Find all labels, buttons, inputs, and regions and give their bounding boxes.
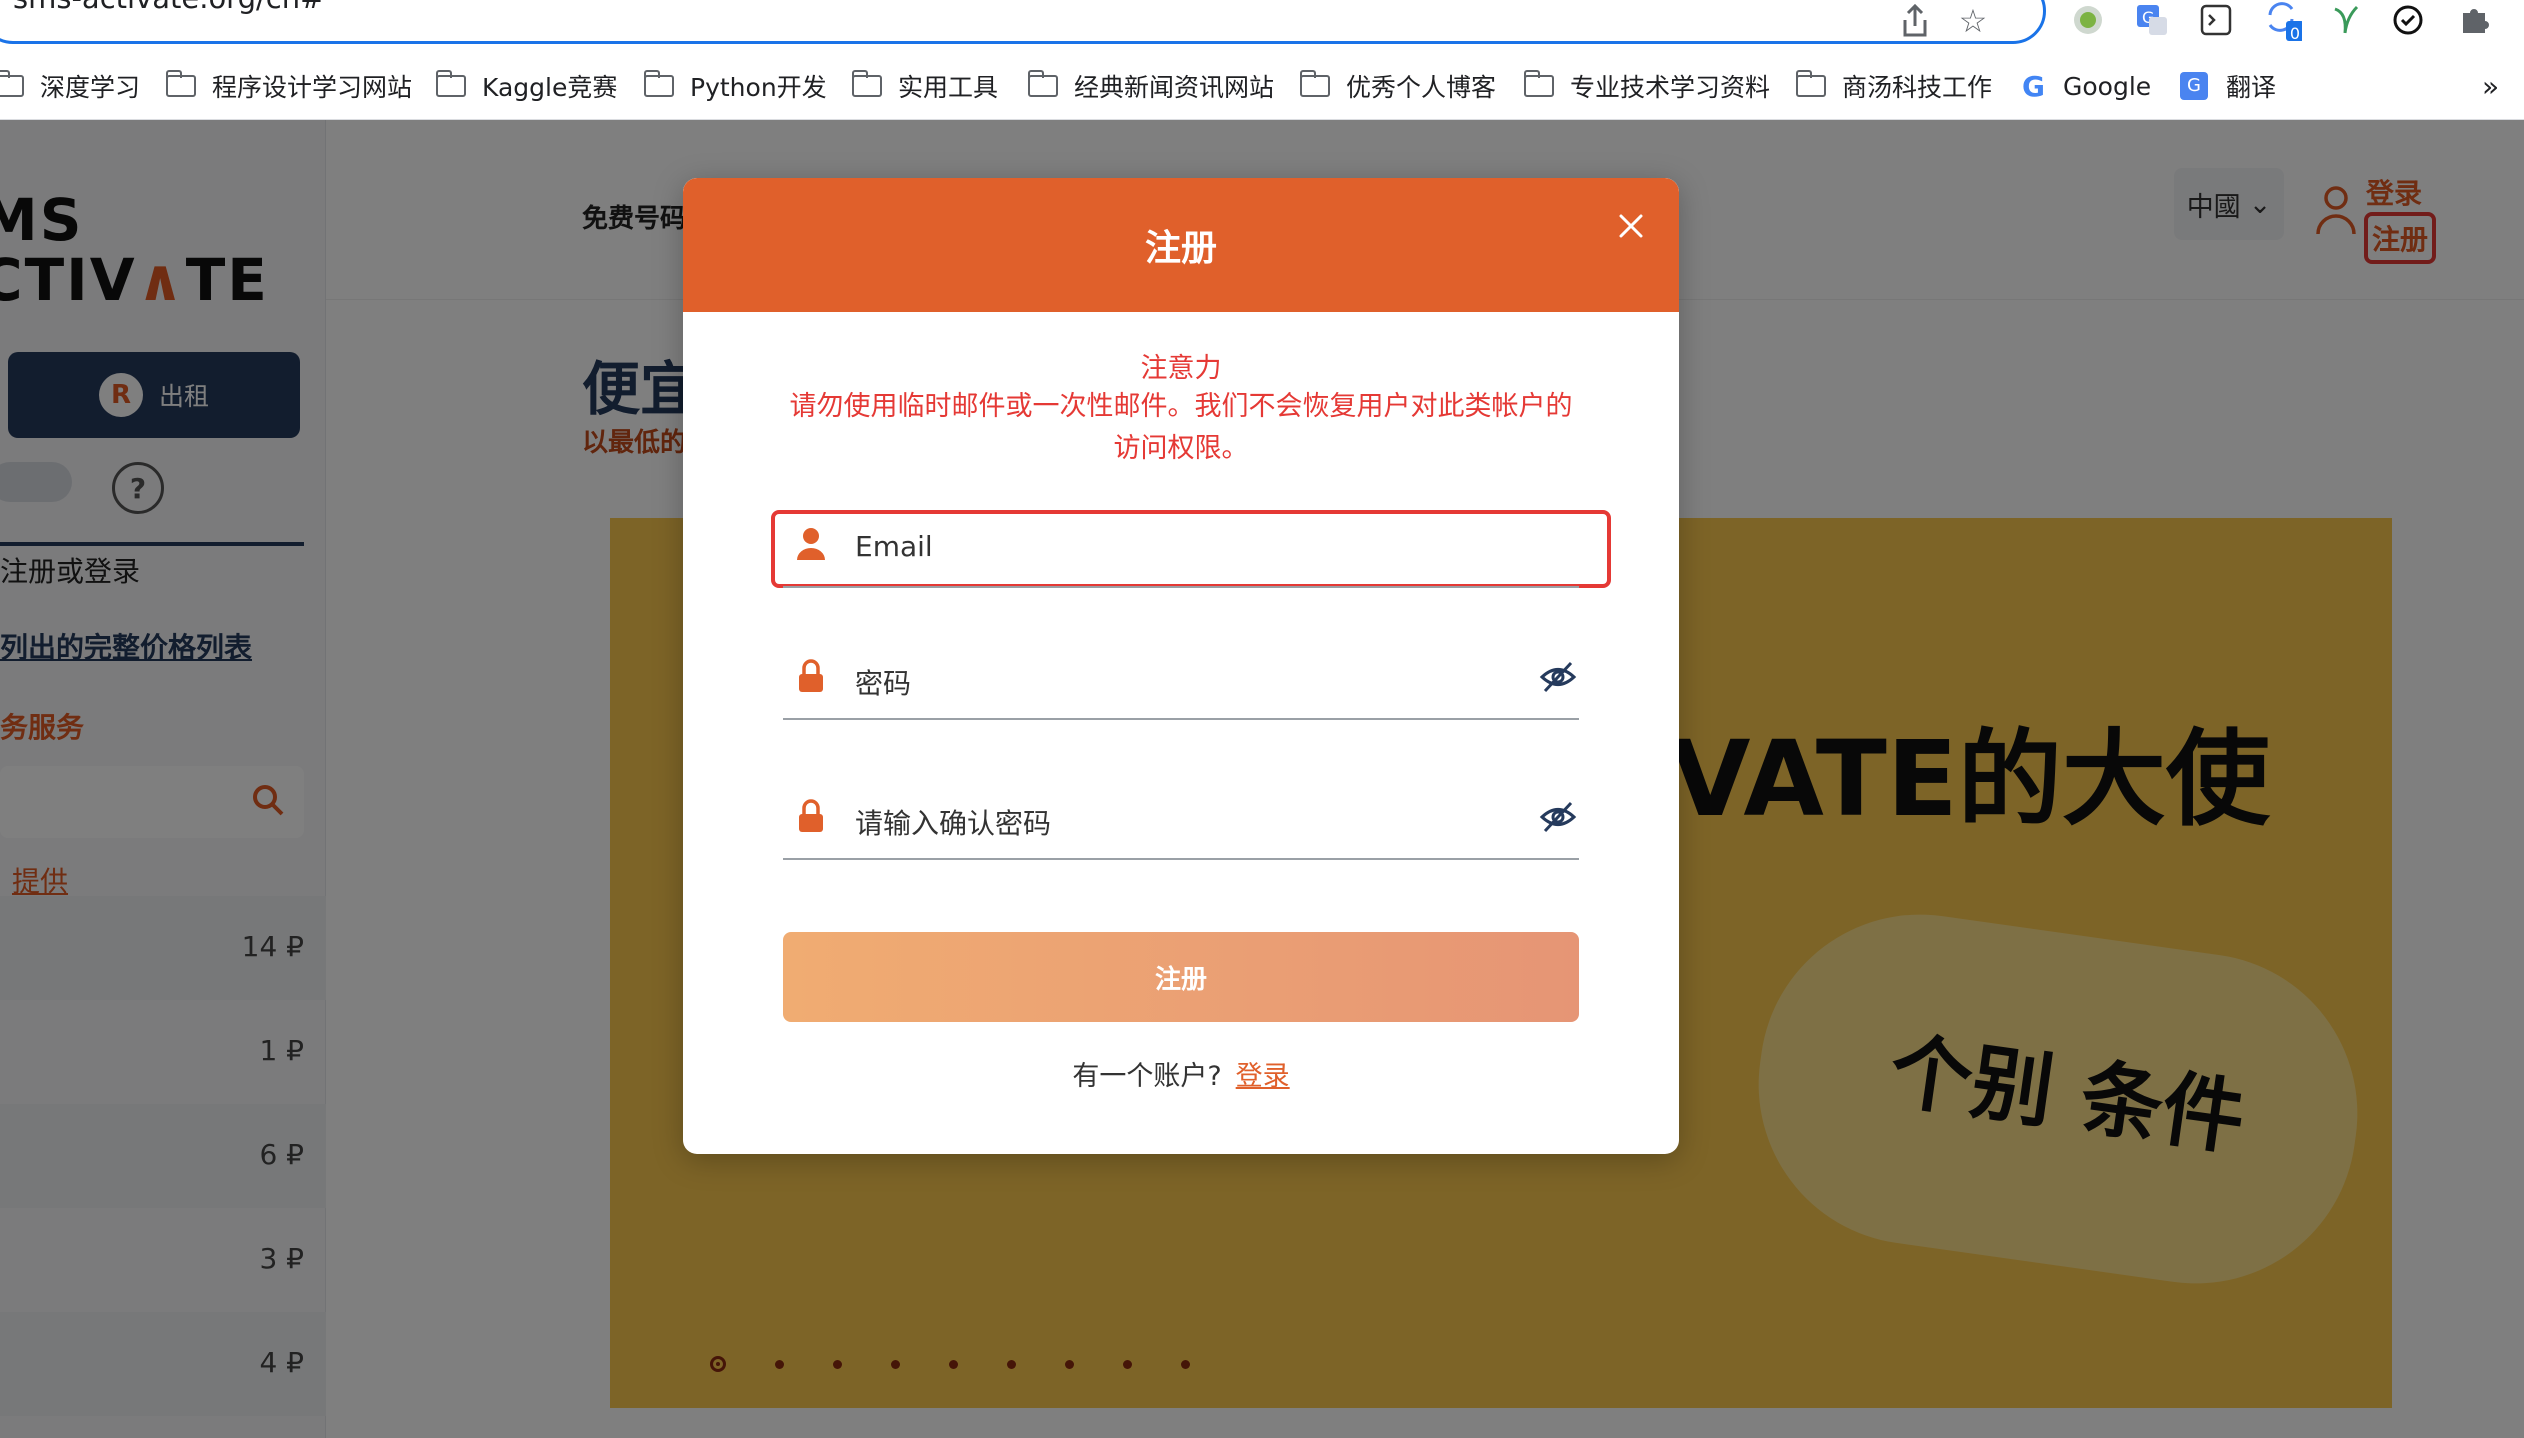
bookmark-label: Google: [2062, 71, 2152, 101]
puzzle-extensions-icon[interactable]: [2454, 0, 2494, 40]
bookmarks-overflow-button[interactable]: »: [2482, 62, 2499, 110]
leaf-extension-icon[interactable]: [2326, 0, 2366, 40]
confirm-password-placeholder: 请输入确认密码: [855, 807, 1052, 840]
url-text[interactable]: sms-activate.org/cn#: [13, 0, 324, 15]
lock-icon: [799, 799, 823, 832]
bookmark-label: 专业技术学习资料: [1570, 73, 1771, 102]
bookmark-label: 翻译: [2226, 73, 2277, 102]
folder-icon: [436, 70, 466, 97]
bookmark-item[interactable]: Python开发: [644, 62, 827, 110]
bookmark-label: 经典新闻资讯网站: [1074, 73, 1275, 102]
bookmark-item[interactable]: 优秀个人博客: [1300, 62, 1496, 110]
have-account-row: 有一个账户? 登录: [683, 1054, 1679, 1093]
folder-icon: [166, 70, 196, 97]
lock-icon: [799, 659, 823, 692]
address-bar[interactable]: sms-activate.org/cn# ☆: [0, 0, 2046, 44]
folder-icon: [1300, 70, 1330, 97]
browser-chrome: sms-activate.org/cn# ☆ G 0 深度学习 程序设计学习网站…: [0, 0, 2524, 120]
bookmark-item[interactable]: 商汤科技工作: [1796, 62, 1992, 110]
bookmark-item[interactable]: Kaggle竞赛: [436, 62, 617, 110]
dialog-title: 注册: [1144, 228, 1217, 269]
bookmark-label: Python开发: [690, 73, 827, 102]
bookmark-label: 程序设计学习网站: [212, 73, 413, 102]
email-placeholder: Email: [855, 530, 933, 563]
bookmark-item[interactable]: G Google: [2022, 62, 2151, 110]
green-circle-extension-icon[interactable]: [2068, 0, 2108, 40]
email-field[interactable]: Email: [783, 508, 1579, 588]
password-field[interactable]: 密码: [783, 640, 1579, 720]
close-icon[interactable]: [1609, 204, 1653, 248]
warning-title: 注意力: [1140, 353, 1222, 384]
login-link[interactable]: 登录: [1236, 1061, 1290, 1092]
person-icon: [797, 528, 825, 560]
bookmarks-bar: 深度学习 程序设计学习网站 Kaggle竞赛 Python开发 实用工具 经典新…: [0, 62, 2524, 110]
bookmark-item[interactable]: 深度学习: [0, 62, 140, 110]
bookmark-item[interactable]: 经典新闻资讯网站: [1028, 62, 1274, 110]
register-submit-button[interactable]: 注册: [783, 932, 1579, 1022]
dialog-header: 注册: [683, 178, 1679, 312]
have-account-text: 有一个账户?: [1072, 1061, 1222, 1092]
bookmark-label: 深度学习: [40, 73, 141, 102]
bookmark-label: 实用工具: [898, 73, 999, 102]
bookmark-label: Kaggle竞赛: [482, 73, 618, 102]
extension-badge: 0: [2289, 24, 2301, 43]
bookmark-item[interactable]: G 翻译: [2180, 62, 2276, 110]
eye-slash-icon[interactable]: [1539, 660, 1577, 694]
folder-icon: [1524, 70, 1554, 97]
translate-icon: G: [2180, 72, 2208, 100]
folder-icon: [852, 70, 882, 97]
translate-extension-icon[interactable]: G: [2132, 0, 2172, 40]
folder-icon: [0, 70, 24, 97]
folder-icon: [1796, 70, 1826, 97]
star-icon[interactable]: ☆: [1953, 1, 1993, 41]
google-icon: G: [2022, 69, 2045, 103]
check-circle-extension-icon[interactable]: [2388, 0, 2428, 40]
share-icon[interactable]: [1895, 1, 1935, 41]
warning-text: 请勿使用临时邮件或一次性邮件。我们不会恢复用户对此类帐户的访问权限。: [789, 391, 1573, 464]
password-placeholder: 密码: [855, 667, 912, 700]
bookmark-label: 商汤科技工作: [1842, 73, 1993, 102]
folder-icon: [644, 70, 674, 97]
folder-icon: [1028, 70, 1058, 97]
bookmark-item[interactable]: 程序设计学习网站: [166, 62, 412, 110]
bookmark-item[interactable]: 专业技术学习资料: [1524, 62, 1770, 110]
register-dialog: 注册 注意力 请勿使用临时邮件或一次性邮件。我们不会恢复用户对此类帐户的访问权限…: [683, 178, 1679, 1154]
confirm-password-field[interactable]: 请输入确认密码: [783, 780, 1579, 860]
bookmark-label: 优秀个人博客: [1346, 73, 1497, 102]
terminal-extension-icon[interactable]: [2196, 0, 2236, 40]
bookmark-item[interactable]: 实用工具: [852, 62, 998, 110]
eye-slash-icon[interactable]: [1539, 800, 1577, 834]
